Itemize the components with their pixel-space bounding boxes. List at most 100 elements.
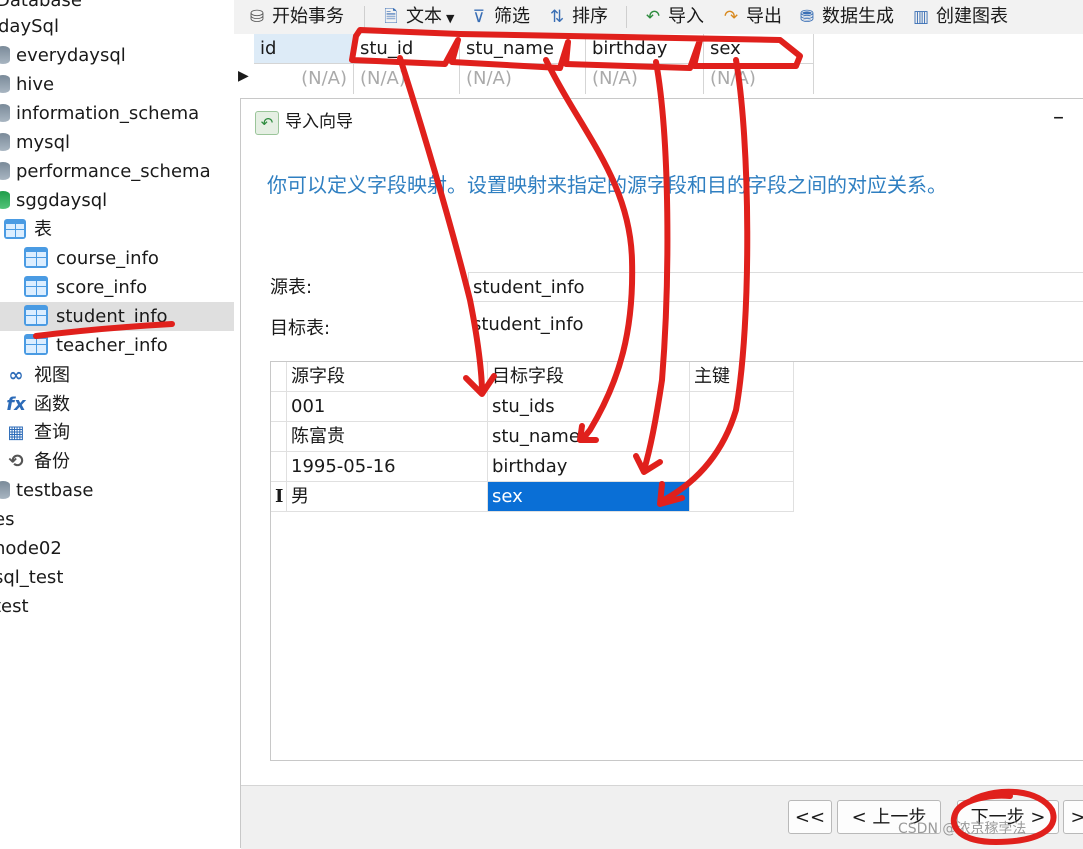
primary-key-cell[interactable] [690, 482, 794, 512]
target-field-cell[interactable]: birthday [488, 452, 690, 482]
filter-button[interactable]: ⊽ 筛选 [468, 0, 530, 34]
tree-label: 表 [34, 219, 52, 240]
create-chart-button[interactable]: ▥ 创建图表 [910, 0, 1008, 34]
button-label: 创建图表 [936, 6, 1008, 27]
target-field-cell-selected[interactable]: sex [488, 482, 690, 512]
database-icon [0, 133, 10, 151]
database-icon [0, 104, 10, 122]
tree-item-db[interactable]: information_schema [0, 99, 199, 128]
target-field-cell[interactable]: stu_ids [488, 392, 690, 422]
dialog-titlebar: ↶ 导入向导 – [241, 99, 1083, 145]
source-table-field[interactable]: student_info [468, 272, 1083, 302]
tree-label: performance_schema [16, 161, 211, 182]
begin-transaction-button[interactable]: ⛁ 开始事务 [246, 0, 344, 34]
grid-cell[interactable]: (N/A) [586, 64, 704, 94]
grid-cell[interactable]: (N/A) [354, 64, 460, 94]
tree-item-functions[interactable]: fx 函数 [4, 390, 70, 419]
tree-item-table[interactable]: course_info [24, 244, 159, 273]
tree-item-table[interactable]: teacher_info [24, 331, 168, 360]
tree-label: 视图 [34, 365, 70, 386]
tree-item-db[interactable]: performance_schema [0, 157, 211, 186]
button-label: 数据生成 [822, 6, 894, 27]
tree-label: 备份 [34, 451, 70, 472]
primary-key-cell[interactable] [690, 422, 794, 452]
function-icon: fx [6, 394, 26, 415]
source-table-label: 源表: [270, 277, 313, 298]
import-button[interactable]: ↶ 导入 [642, 0, 704, 34]
sort-icon: ⇅ [549, 7, 565, 27]
column-header-source-field[interactable]: 源字段 [287, 362, 488, 392]
data-generation-button[interactable]: ⛃ 数据生成 [796, 0, 894, 34]
column-header-stu-name[interactable]: stu_name [460, 34, 586, 64]
first-step-button[interactable]: << [788, 800, 832, 834]
tree-item-table[interactable]: score_info [24, 273, 147, 302]
dialog-description: 你可以定义字段映射。设置映射来指定的源字段和目的字段之间的对应关系。 [267, 173, 947, 197]
tree-item-db[interactable]: node02 [0, 534, 62, 563]
tree-item-connection[interactable]: daySql [0, 12, 59, 41]
grid-cell[interactable]: (N/A) [460, 64, 586, 94]
tree-item-backup[interactable]: ⟲ 备份 [4, 447, 70, 476]
source-field-cell: 男 [287, 482, 488, 512]
dialog-title: 导入向导 [285, 112, 353, 132]
database-icon [0, 46, 10, 64]
sort-button[interactable]: ⇅ 排序 [546, 0, 608, 34]
tree-item-queries[interactable]: ▦ 查询 [4, 418, 70, 447]
text-cursor-icon: I [271, 482, 287, 512]
tree-item-db-open[interactable]: sggdaysql [0, 186, 107, 215]
tree-item-tables[interactable]: 表 [4, 215, 52, 244]
primary-key-cell[interactable] [690, 392, 794, 422]
column-header-stu-id[interactable]: stu_id [354, 34, 460, 64]
last-step-button[interactable]: > [1063, 800, 1083, 834]
grid-cell[interactable]: (N/A) [704, 64, 814, 94]
tree-label: es [0, 509, 15, 530]
tree-label: hive [16, 74, 55, 95]
import-icon: ↶ [255, 111, 279, 135]
tree-item-db[interactable]: hive [0, 70, 54, 99]
tree-item-db[interactable]: test [0, 592, 29, 621]
database-icon [0, 75, 10, 93]
tree-label: sggdaysql [16, 190, 108, 211]
tree-label: teacher_info [56, 335, 168, 356]
tree-label: 函数 [34, 394, 70, 415]
dialog-footer: << < 上一步 下一步 > > [241, 785, 1083, 849]
table-icon [24, 305, 48, 326]
tree-item-db[interactable]: testbase [0, 476, 93, 505]
column-header-id[interactable]: id [254, 34, 354, 64]
toolbar-divider [364, 6, 365, 28]
tree-label: node02 [0, 538, 62, 559]
tree-item-db[interactable]: everydaysql [0, 41, 126, 70]
source-field-cell: 1995-05-16 [287, 452, 488, 482]
column-header-target-field[interactable]: 目标字段 [488, 362, 690, 392]
data-grid: id stu_id stu_name birthday sex ▶ (N/A) … [234, 34, 814, 94]
target-field-cell[interactable]: stu_name [488, 422, 690, 452]
tree-item-db[interactable]: es [0, 505, 14, 534]
column-header-birthday[interactable]: birthday [586, 34, 704, 64]
tree-label: course_info [56, 248, 159, 269]
minimize-button[interactable]: – [1053, 95, 1064, 141]
source-field-cell: 陈富贵 [287, 422, 488, 452]
table-icon [24, 334, 48, 355]
chevron-down-icon: ▼ [446, 12, 455, 25]
column-header-primary-key[interactable]: 主键 [690, 362, 794, 392]
text-view-button[interactable]: 🗎 文本 ▼ [380, 0, 454, 34]
row-header-cell [271, 392, 287, 422]
tree-label: score_info [56, 277, 148, 298]
column-header-sex[interactable]: sex [704, 34, 814, 64]
tree-item-views[interactable]: ∞ 视图 [4, 361, 71, 390]
tree-item-db[interactable]: sql_test [0, 563, 63, 592]
table-icon [24, 247, 48, 268]
grid-cell[interactable]: (N/A) [254, 64, 354, 94]
data-generation-icon: ⛃ [799, 7, 815, 27]
tree-label: testbase [16, 480, 94, 501]
tree-item-db[interactable]: mysql [0, 128, 70, 157]
view-icon: ∞ [8, 365, 24, 386]
export-button[interactable]: ↷ 导出 [720, 0, 782, 34]
tree-label: daySql [0, 16, 59, 37]
primary-key-cell[interactable] [690, 452, 794, 482]
toolbar: ⛁ 开始事务 🗎 文本 ▼ ⊽ 筛选 ⇅ 排序 ↶ 导入 ↷ 导出 ⛃ 数据生成 ▥ 创建图表 [234, 0, 1083, 34]
button-label: 筛选 [494, 6, 530, 27]
tree-item-table-selected[interactable]: student_info [0, 302, 234, 331]
tree-label: 查询 [34, 422, 70, 443]
tables-icon [4, 219, 26, 239]
tree-label: mysql [16, 132, 70, 153]
